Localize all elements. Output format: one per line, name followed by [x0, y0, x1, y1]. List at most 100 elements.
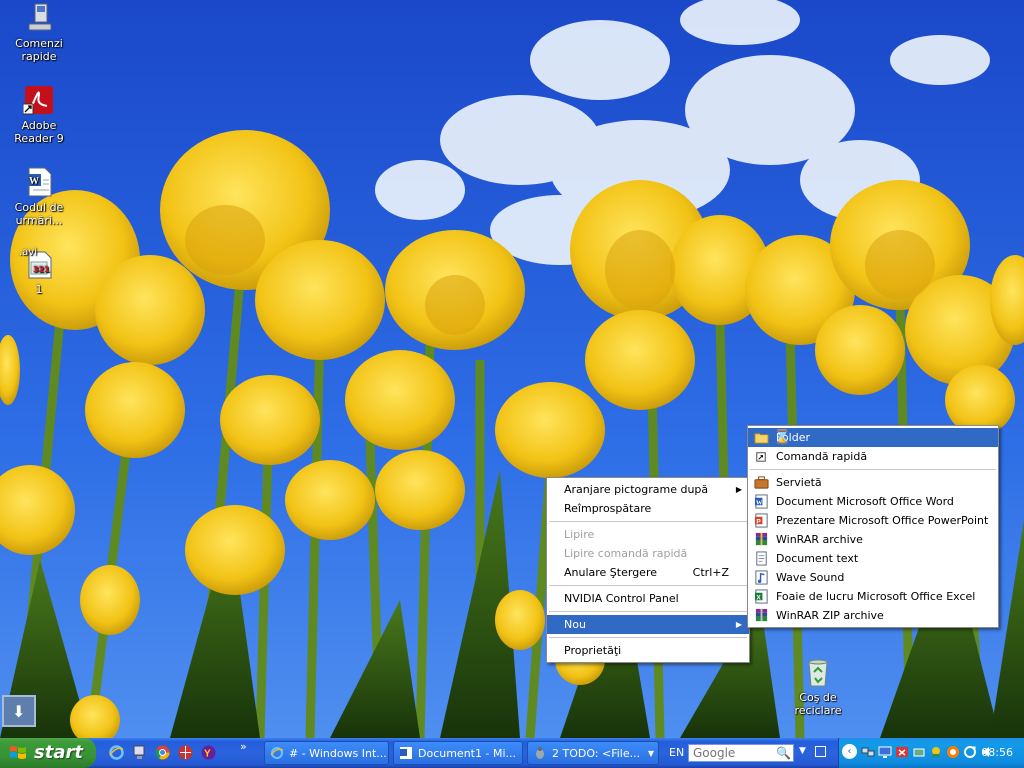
menu-item-label: Wave Sound: [776, 571, 845, 584]
menu-item-refresh[interactable]: Reîmprospătare: [547, 499, 749, 518]
taskbar-button-label: # - Windows Int...: [289, 747, 387, 760]
menu-separator: [549, 521, 747, 522]
folder-icon: [754, 433, 769, 444]
menu-item-label: Document Microsoft Office Word: [776, 495, 954, 508]
internet-explorer-icon: [109, 745, 124, 760]
menu-separator: [750, 469, 996, 470]
desktop-icon-codul-de-urmari[interactable]: W Codul de urmări...: [1, 166, 77, 227]
desktop-icon-label: 1: [35, 283, 43, 296]
google-search-box[interactable]: 🔍: [688, 744, 794, 762]
system-tray: ‹ 08:56: [838, 738, 1024, 768]
svg-text:W: W: [756, 499, 763, 506]
quick-launch-yahoo[interactable]: Y: [200, 744, 217, 761]
internet-explorer-icon: [270, 747, 284, 759]
menu-item-new-shortcut[interactable]: Comandă rapidă: [748, 447, 998, 466]
menu-item-new-text-document[interactable]: Document text: [748, 549, 998, 568]
menu-item-new-powerpoint[interactable]: P Prezentare Microsoft Office PowerPoint: [748, 511, 998, 530]
network-icon[interactable]: [861, 745, 875, 759]
menu-item-label: Proprietăţi: [564, 644, 622, 657]
menu-item-new-briefcase[interactable]: Servietă: [748, 473, 998, 492]
menu-item-label: Anulare Ştergere: [564, 566, 658, 579]
adobe-reader-icon: [22, 84, 55, 116]
show-desktop-arrow-button[interactable]: ⬇: [2, 695, 36, 727]
desktop-icon-label: Codul de urmări...: [14, 201, 64, 227]
desktop-icon-adobe-reader[interactable]: Adobe Reader 9: [1, 84, 77, 145]
menu-separator: [549, 611, 747, 612]
start-button[interactable]: start: [0, 738, 96, 768]
language-indicator[interactable]: EN: [669, 746, 684, 759]
menu-item-label: Aranjare pictograme după: [564, 483, 709, 496]
menu-item-label: Lipire comandă rapidă: [564, 547, 688, 560]
menu-item-undo-delete[interactable]: Anulare Ştergere Ctrl+Z: [547, 563, 749, 582]
desktop-icon-label: Adobe Reader 9: [14, 119, 64, 145]
menu-item-properties[interactable]: Proprietăţi: [547, 641, 749, 660]
taskbar-button-internet-explorer[interactable]: # - Windows Int...: [264, 741, 389, 765]
quick-launch-internet-explorer[interactable]: [108, 744, 125, 761]
menu-item-new-winrar-zip-archive[interactable]: WinRAR ZIP archive: [748, 606, 998, 625]
menu-item-label: Comandă rapidă: [776, 450, 868, 463]
desktop-icon-avi-file[interactable]: 321 .avi 1: [1, 247, 77, 296]
safely-remove-hardware-icon[interactable]: [912, 745, 926, 759]
award-icon[interactable]: [929, 745, 943, 759]
desktop-icon-recycle-bin[interactable]: Coş de reciclare: [780, 656, 856, 717]
toolbar-dropdown-arrow[interactable]: ▼: [799, 746, 806, 756]
menu-item-new-excel-worksheet[interactable]: X Foaie de lucru Microsoft Office Excel: [748, 587, 998, 606]
antivirus-icon[interactable]: [946, 745, 960, 759]
menu-item-arrange-icons[interactable]: Aranjare pictograme după ▶: [547, 480, 749, 499]
powerpoint-icon: P: [754, 513, 768, 528]
menu-item-shortcut: Ctrl+Z: [692, 566, 729, 579]
window-restore-icon[interactable]: [815, 746, 826, 757]
excel-icon: X: [754, 589, 768, 604]
menu-item-paste-shortcut[interactable]: Lipire comandă rapidă: [547, 544, 749, 563]
menu-item-label: Servietă: [776, 476, 822, 489]
winrar-zip-icon: [755, 608, 768, 622]
svg-text:W: W: [29, 176, 39, 187]
menu-item-new-winrar-archive[interactable]: WinRAR archive: [748, 530, 998, 549]
search-icon[interactable]: 🔍: [776, 745, 791, 761]
taskbar-button-todo-group[interactable]: 2 TODO: <File... ▼: [527, 741, 659, 765]
menu-separator: [549, 585, 747, 586]
chrome-icon: [155, 745, 170, 760]
show-desktop-icon: [133, 745, 145, 759]
menu-item-new-word-document[interactable]: W Document Microsoft Office Word: [748, 492, 998, 511]
wave-sound-icon: [755, 570, 768, 585]
menu-item-nvidia-control-panel[interactable]: NVIDIA Control Panel: [547, 589, 749, 608]
menu-item-new-wave-sound[interactable]: Wave Sound: [748, 568, 998, 587]
svg-text:Y: Y: [204, 749, 211, 760]
quick-launch-app[interactable]: [177, 744, 194, 761]
quick-launch-chrome[interactable]: [154, 744, 171, 761]
file-extension-badge: .avi: [19, 247, 38, 258]
word-document-icon: W: [754, 494, 768, 509]
submenu-arrow-icon: ▶: [735, 620, 742, 629]
windows-logo-icon: [10, 746, 26, 759]
taskbar-button-word-document[interactable]: Document1 - Mi...: [393, 741, 523, 765]
menu-item-label: Nou: [564, 618, 586, 631]
arrow-down-icon: ⬇: [12, 702, 26, 721]
chevron-down-icon: ▼: [647, 749, 654, 758]
winrar-icon: [755, 532, 768, 546]
start-label: start: [34, 742, 83, 763]
word-document-icon: [400, 747, 412, 759]
tray-expand-button[interactable]: ‹: [842, 744, 857, 759]
display-icon[interactable]: [878, 745, 892, 759]
menu-item-paste[interactable]: Lipire: [547, 525, 749, 544]
security-alert-icon[interactable]: [895, 745, 909, 759]
sync-icon[interactable]: [963, 745, 977, 759]
globe-app-icon: [178, 745, 193, 760]
menu-item-label: Document text: [776, 552, 859, 565]
clock[interactable]: 08:56: [981, 746, 1013, 759]
menu-item-new-folder[interactable]: Folder ⌛: [748, 428, 998, 447]
desktop-icon-comenzi-rapide[interactable]: Comenzi rapide: [1, 2, 77, 63]
yahoo-messenger-icon: Y: [201, 745, 216, 760]
avi-video-file-icon: 321 .avi: [19, 247, 55, 280]
hourglass-cursor-icon: ⌛: [774, 430, 791, 445]
word-document-icon: W: [23, 166, 55, 198]
quick-launch-show-desktop[interactable]: [131, 744, 148, 761]
menu-item-new[interactable]: Nou ▶: [547, 615, 749, 634]
menu-item-label: Lipire: [564, 528, 595, 541]
quick-launch-overflow-chevron[interactable]: »: [240, 740, 247, 753]
taskbar-button-label: 2 TODO: <File...: [552, 747, 641, 760]
menu-item-label: NVIDIA Control Panel: [564, 592, 679, 605]
search-input[interactable]: [693, 746, 773, 760]
menu-item-label: Prezentare Microsoft Office PowerPoint: [776, 514, 989, 527]
